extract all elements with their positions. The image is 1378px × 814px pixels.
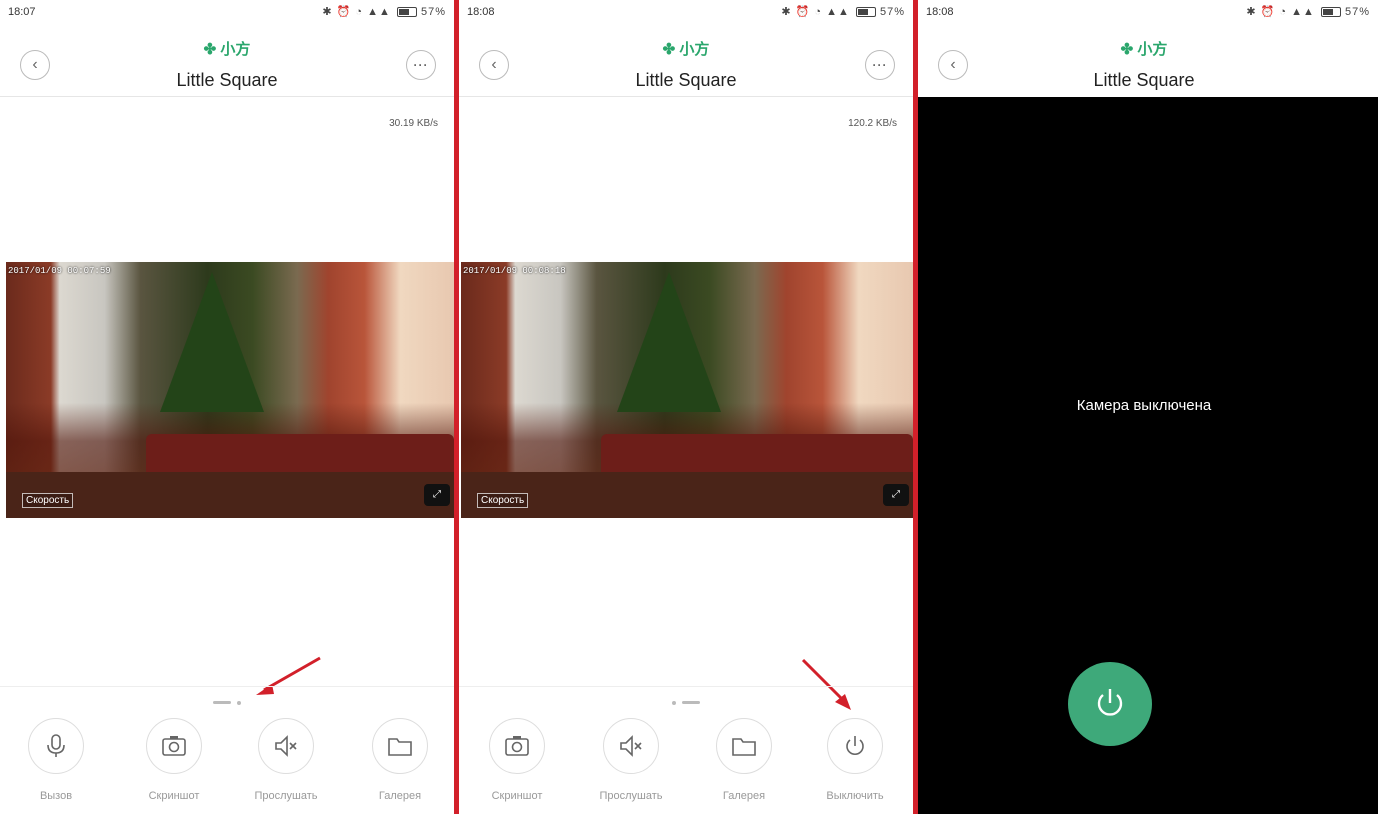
battery-percent: 57% xyxy=(1344,6,1370,18)
fullscreen-button[interactable]: ⤢ xyxy=(883,484,909,506)
status-time: 18:08 xyxy=(467,6,495,18)
battery-percent: 57% xyxy=(879,6,905,18)
controls-divider xyxy=(459,686,913,687)
app-header: ‹ ✤ 小方 Little Square ··· xyxy=(0,22,454,96)
page-indicator xyxy=(459,694,913,705)
more-button[interactable]: ··· xyxy=(865,50,895,80)
listen-button[interactable]: Прослушать xyxy=(254,718,318,802)
status-time: 18:08 xyxy=(926,6,954,18)
table-graphic xyxy=(461,472,913,518)
table-graphic xyxy=(6,472,454,518)
app-header: ‹ ✤ 小方 Little Square ··· xyxy=(459,22,913,96)
more-button[interactable]: ··· xyxy=(406,50,436,80)
speed-button[interactable]: Скорость xyxy=(477,493,529,508)
page-indicator xyxy=(0,694,454,705)
status-time: 18:07 xyxy=(8,6,36,18)
christmas-tree-graphic xyxy=(160,272,265,412)
status-bar: 18:07 ✱ ⏰ ◔ ▲▲ 57% xyxy=(0,0,454,22)
battery-icon xyxy=(1320,7,1341,18)
gallery-label: Галерея xyxy=(722,790,766,802)
speed-button[interactable]: Скорость xyxy=(22,493,74,508)
listen-label: Прослушать xyxy=(254,790,318,802)
bitrate-readout: 30.19 KB/s xyxy=(389,118,438,129)
screenshot-label: Скриншот xyxy=(491,790,543,802)
more-icon: ··· xyxy=(413,58,429,72)
page-title: Little Square xyxy=(176,70,278,90)
brand-name: 小方 xyxy=(220,41,251,58)
gallery-button[interactable]: Галерея xyxy=(370,718,430,802)
brand-logo: ✤ 小方 xyxy=(918,38,1378,59)
folder-icon xyxy=(732,738,756,756)
fullscreen-icon: ⤢ xyxy=(892,489,900,500)
page-title: Little Square xyxy=(635,70,737,90)
status-icons: ✱ ⏰ ◔ ▲▲ 57% xyxy=(1246,6,1370,18)
christmas-tree-graphic xyxy=(616,272,721,412)
camera-video-feed[interactable]: 2017/01/09 00:07:59 Скорость ⤢ xyxy=(6,262,454,518)
screen-2: 18:08 ✱ ⏰ ◔ ▲▲ 57% ‹ ✤ 小方 Little Square … xyxy=(459,0,913,814)
annotation-arrow xyxy=(256,656,321,695)
brand-name: 小方 xyxy=(1137,41,1168,58)
battery-icon xyxy=(396,7,417,18)
screen-1: 18:07 ✱ ⏰ ◔ ▲▲ 57% ‹ ✤ 小方 Little Square … xyxy=(0,0,454,814)
fullscreen-icon: ⤢ xyxy=(433,489,441,500)
folder-icon xyxy=(388,738,412,756)
power-on-button[interactable] xyxy=(1068,662,1152,746)
camera-icon xyxy=(505,736,529,756)
camera-icon xyxy=(162,736,186,756)
screenshot-button[interactable]: Скриншот xyxy=(487,718,547,802)
gallery-button[interactable]: Галерея xyxy=(714,718,774,802)
header-divider xyxy=(0,96,454,97)
microphone-icon xyxy=(47,734,65,757)
video-timestamp: 2017/01/09 00:08:18 xyxy=(463,266,566,276)
screenshot-button[interactable]: Скриншот xyxy=(144,718,204,802)
gallery-label: Галерея xyxy=(378,790,422,802)
call-button[interactable]: Вызов xyxy=(26,718,86,802)
brand-logo: ✤ 小方 xyxy=(0,38,454,59)
power-off-label: Выключить xyxy=(826,790,884,802)
status-icons: ✱ ⏰ ◔ ▲▲ 57% xyxy=(322,6,446,18)
screen-3: 18:08 ✱ ⏰ ◔ ▲▲ 57% ‹ ✤ 小方 Little Square … xyxy=(918,0,1378,814)
power-icon xyxy=(846,736,864,755)
clover-icon: ✤ xyxy=(203,41,217,58)
listen-label: Прослушать xyxy=(599,790,663,802)
call-label: Вызов xyxy=(39,790,73,802)
controls-divider xyxy=(0,686,454,687)
app-header: ‹ ✤ 小方 Little Square xyxy=(918,22,1378,96)
battery-percent: 57% xyxy=(420,6,446,18)
battery-icon xyxy=(855,7,876,18)
fullscreen-button[interactable]: ⤢ xyxy=(424,484,450,506)
speaker-mute-icon xyxy=(275,735,297,757)
camera-off-message: Камера выключена xyxy=(1076,397,1212,414)
bitrate-readout: 120.2 KB/s xyxy=(848,118,897,129)
header-divider xyxy=(459,96,913,97)
brand-logo: ✤ 小方 xyxy=(459,38,913,59)
power-icon xyxy=(1097,689,1123,716)
more-icon: ··· xyxy=(872,58,888,72)
clover-icon: ✤ xyxy=(662,41,676,58)
video-timestamp: 2017/01/09 00:07:59 xyxy=(8,266,111,276)
status-bar: 18:08 ✱ ⏰ ◔ ▲▲ 57% xyxy=(459,0,913,22)
camera-video-feed[interactable]: 2017/01/09 00:08:18 Скорость ⤢ xyxy=(461,262,913,518)
status-bar: 18:08 ✱ ⏰ ◔ ▲▲ 57% xyxy=(918,0,1378,22)
status-icons: ✱ ⏰ ◔ ▲▲ 57% xyxy=(781,6,905,18)
page-title: Little Square xyxy=(1093,70,1195,90)
speaker-mute-icon xyxy=(620,735,642,757)
brand-name: 小方 xyxy=(679,41,710,58)
power-off-button[interactable]: Выключить xyxy=(825,718,885,802)
screenshot-label: Скриншот xyxy=(148,790,200,802)
clover-icon: ✤ xyxy=(1120,41,1134,58)
listen-button[interactable]: Прослушать xyxy=(599,718,663,802)
